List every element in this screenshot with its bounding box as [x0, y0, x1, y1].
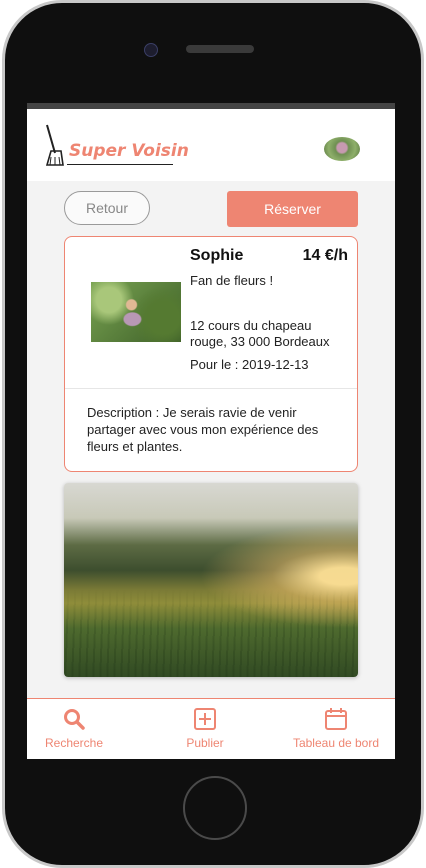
back-button[interactable]: Retour	[64, 191, 150, 225]
meadow-photo	[64, 483, 358, 677]
calendar-icon	[325, 708, 347, 730]
offer-address: 12 cours du chapeau rouge, 33 000 Bordea…	[190, 318, 330, 349]
nav-label-recherche: Recherche	[44, 736, 104, 750]
host-photo	[91, 282, 181, 342]
nav-item-publier[interactable]: Publier	[165, 699, 245, 759]
nav-label-tableau-de-bord: Tableau de bord	[292, 736, 380, 750]
app-screen: Super Voisin Retour Réserver Sophie 14 €…	[27, 103, 395, 759]
front-camera	[144, 43, 158, 57]
nav-item-recherche[interactable]: Recherche	[33, 699, 115, 759]
offer-date: Pour le : 2019-12-13	[190, 357, 309, 372]
offer-description: Description : Je serais ravie de venir p…	[87, 405, 319, 454]
offer-card: Sophie 14 €/h Fan de fleurs ! 12 cours d…	[64, 236, 358, 472]
offer-tagline: Fan de fleurs !	[190, 273, 274, 288]
speaker-grille	[186, 45, 254, 53]
hourly-price: 14 €/h	[302, 247, 348, 264]
user-avatar[interactable]	[324, 137, 360, 161]
nav-label-publier: Publier	[186, 736, 224, 750]
title-underline	[67, 164, 173, 165]
plus-square-icon	[194, 708, 216, 730]
host-name: Sophie	[190, 247, 244, 264]
bottom-navigation: Recherche Publier Tableau de bord	[27, 698, 395, 759]
reserve-button[interactable]: Réserver	[227, 191, 358, 227]
card-divider	[65, 388, 357, 389]
home-button[interactable]	[183, 776, 247, 840]
search-icon	[64, 709, 85, 730]
app-header: Super Voisin	[27, 109, 395, 181]
nav-item-tableau-de-bord[interactable]: Tableau de bord	[283, 699, 389, 759]
app-title[interactable]: Super Voisin	[69, 141, 189, 161]
